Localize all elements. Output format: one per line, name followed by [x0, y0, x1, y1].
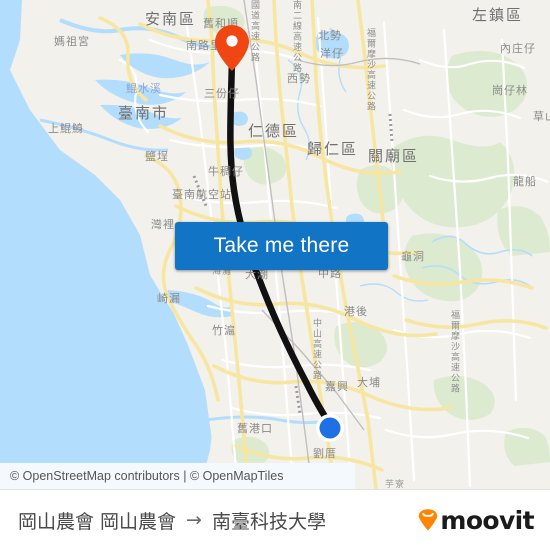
map-attribution-bar: © OpenStreetMap contributors | © OpenMap…: [0, 463, 355, 489]
route-summary: 岡山農會 岡山農會 → 南臺科技大學: [18, 507, 326, 534]
moovit-wordmark: moovit: [440, 505, 534, 535]
route-destination-name: 南臺科技大學: [211, 510, 326, 533]
moovit-logo[interactable]: moovit: [418, 505, 535, 535]
arrow-right-icon: →: [186, 509, 202, 531]
take-me-there-button[interactable]: Take me there: [175, 222, 388, 270]
moovit-pin-icon: [419, 509, 438, 531]
map-canvas[interactable]: 安南區 舊和順 媽祖宮 南路里 北勢 洋仔 左鎮區 內庄仔 三份仔 西勢 臺南市 上鯤鯓 仁德區 歸仁區關…: [0, 0, 550, 489]
moovit-route-screenshot: 安南區 舊和順 媽祖宮 南路里 北勢 洋仔 左鎮區 內庄仔 三份仔 西勢 臺南市 上鯤鯓 仁德區 歸仁區關…: [0, 0, 550, 550]
attribution-separator: |: [183, 469, 187, 483]
attribution-text: © OpenStreetMap contributors | © OpenMap…: [10, 469, 283, 483]
destination-marker-dot[interactable]: [315, 413, 345, 443]
attribution-tiles-link[interactable]: © OpenMapTiles: [190, 469, 284, 483]
attribution-osm-link[interactable]: © OpenStreetMap contributors: [10, 469, 180, 483]
route-origin-name: 岡山農會 岡山農會: [18, 510, 177, 533]
location-dot-icon: [316, 414, 344, 442]
footer-bar: 岡山農會 岡山農會 → 南臺科技大學 moovit: [0, 489, 550, 550]
